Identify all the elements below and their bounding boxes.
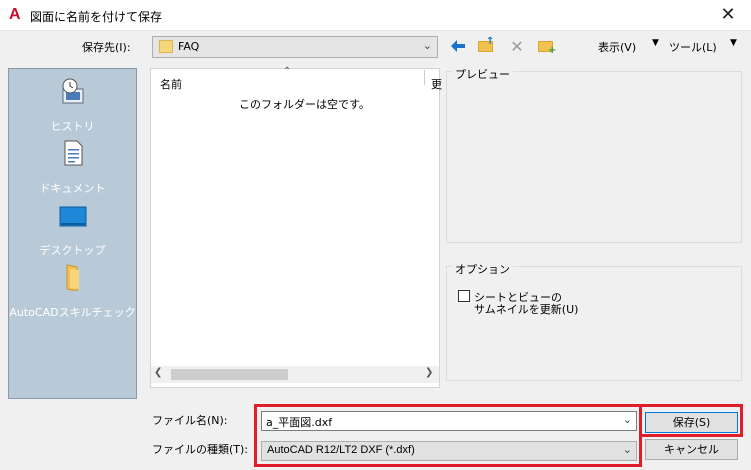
up-one-level-icon[interactable]: ↑: [476, 37, 496, 57]
save-in-label: 保存先(I):: [82, 41, 131, 54]
history-icon: [59, 77, 87, 105]
tools-menu[interactable]: ツール(L): [669, 39, 717, 55]
tools-dropdown-icon[interactable]: ▼: [730, 38, 737, 48]
filetype-label: ファイルの種類(T):: [152, 443, 249, 456]
autocad-logo-icon: A: [9, 6, 21, 23]
file-list[interactable]: 名前 ⌃ 更 このフォルダーは空です。 ❮ ❯: [150, 66, 442, 388]
new-folder-icon[interactable]: +: [536, 37, 556, 57]
save-in-value: FAQ: [178, 40, 200, 53]
filename-label: ファイル名(N):: [152, 414, 228, 427]
close-icon[interactable]: ✕: [713, 3, 743, 27]
horizontal-scrollbar[interactable]: ❮ ❯: [151, 366, 439, 383]
save-in-dropdown[interactable]: FAQ ⌄: [152, 36, 438, 58]
highlight-box-fields: [254, 404, 642, 467]
place-autocad-skill-check[interactable]: AutoCADスキルチェック: [9, 259, 136, 321]
options-panel: [446, 266, 742, 381]
cancel-button[interactable]: キャンセル: [645, 439, 738, 460]
place-label: AutoCADスキルチェック: [9, 306, 136, 319]
column-divider[interactable]: [424, 70, 425, 85]
place-label: ヒストリ: [50, 120, 95, 133]
folder-icon: [59, 263, 87, 292]
window-title: 図面に名前を付けて保存: [30, 10, 163, 24]
options-title: オプション: [452, 261, 513, 277]
view-dropdown-icon[interactable]: ▼: [652, 38, 659, 48]
preview-panel: [446, 71, 742, 243]
place-label: ドキュメント: [39, 182, 106, 195]
view-menu[interactable]: 表示(V): [598, 39, 636, 55]
place-documents[interactable]: ドキュメント: [9, 135, 136, 197]
update-thumbnails-checkbox[interactable]: [458, 290, 470, 302]
scroll-left-icon[interactable]: ❮: [154, 367, 162, 378]
place-desktop[interactable]: デスクトップ: [9, 197, 136, 259]
scrollbar-thumb[interactable]: [171, 369, 288, 380]
preview-title: プレビュー: [452, 66, 513, 82]
delete-icon[interactable]: ✕: [507, 37, 527, 57]
title-bar: A 図面に名前を付けて保存 ✕: [0, 0, 751, 31]
scroll-right-icon[interactable]: ❯: [425, 367, 433, 378]
highlight-box-save: [639, 404, 743, 437]
column-header-name[interactable]: 名前: [160, 76, 182, 92]
folder-icon: [159, 40, 173, 53]
sort-up-icon: ⌃: [283, 66, 292, 77]
update-thumbnails-label-2[interactable]: サムネイルを更新(U): [474, 301, 578, 317]
empty-folder-message: このフォルダーは空です。: [239, 98, 370, 111]
desktop-icon: [59, 203, 87, 231]
place-history[interactable]: ヒストリ: [9, 73, 136, 135]
chevron-down-icon: ⌄: [422, 39, 432, 52]
place-label: デスクトップ: [39, 244, 106, 257]
back-arrow-icon[interactable]: [448, 37, 468, 57]
documents-icon: [59, 139, 87, 167]
column-header-date[interactable]: 更: [431, 76, 442, 92]
places-bar: ヒストリ ドキュメント デスクトップ AutoCADスキルチェック: [8, 68, 137, 399]
